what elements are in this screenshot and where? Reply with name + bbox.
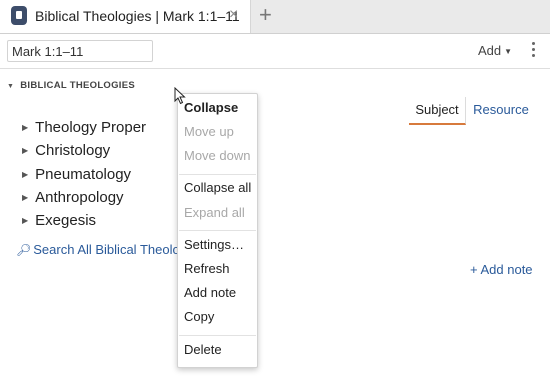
topic-label: Theology Proper <box>35 119 147 136</box>
topic-label: Anthropology <box>35 188 124 206</box>
section-header[interactable]: ▼ BIBLICAL THEOLOGIES <box>7 80 135 91</box>
add-button[interactable]: Add ▼ <box>478 43 512 58</box>
topic-item[interactable]: ▶ Christology <box>22 142 146 165</box>
menu-divider <box>179 174 256 175</box>
menu-delete[interactable]: Delete <box>184 342 222 357</box>
toggle-subject[interactable]: Subject <box>409 97 466 125</box>
triangle-right-icon: ▶ <box>22 123 29 132</box>
search-link-label: Search All Biblical Theolog <box>33 242 187 257</box>
tab-biblical-theologies[interactable]: Biblical Theologies | Mark 1:1–11 × <box>0 0 251 33</box>
tab-bar: Biblical Theologies | Mark 1:1–11 × + <box>0 0 550 34</box>
topic-label: Christology <box>35 142 111 160</box>
add-button-label: Add <box>478 43 502 58</box>
plus-icon[interactable]: + <box>259 2 272 28</box>
menu-expand-all: Expand all <box>184 205 245 220</box>
triangle-down-icon: ▼ <box>7 83 15 90</box>
menu-move-down: Move down <box>184 148 251 163</box>
topic-list: ▶ Theology Proper ▶ Christology ▶ Pneumatol… <box>22 119 146 235</box>
topic-item[interactable]: ▶ Exegesis <box>22 212 146 235</box>
toggle-resource[interactable]: Resource <box>467 97 535 125</box>
topic-item[interactable]: ▶ Pneumatology <box>22 166 146 189</box>
menu-collapse-all[interactable]: Collapse all <box>184 180 251 195</box>
context-menu: Collapse Move up Move down Collapse all … <box>177 93 258 368</box>
menu-add-note[interactable]: Add note <box>184 285 236 300</box>
more-vertical-icon[interactable] <box>528 39 538 63</box>
topic-label: Exegesis <box>35 212 97 230</box>
triangle-right-icon: ▶ <box>22 146 29 156</box>
triangle-right-icon: ▶ <box>22 216 29 226</box>
search-all-link[interactable]: 🔎︎ Search All Biblical Theolog <box>16 242 187 257</box>
menu-collapse[interactable]: Collapse <box>184 100 238 115</box>
add-note-link[interactable]: + Add note <box>470 262 533 277</box>
triangle-right-icon: ▶ <box>22 169 29 179</box>
topic-item[interactable]: ▶ Theology Proper <box>22 119 146 142</box>
topic-label: Pneumatology <box>35 165 132 183</box>
menu-settings[interactable]: Settings… <box>184 237 244 252</box>
topic-item[interactable]: ▶ Anthropology <box>22 189 146 212</box>
menu-divider <box>179 335 256 336</box>
close-icon[interactable]: × <box>229 6 238 24</box>
menu-divider <box>179 230 256 231</box>
search-icon: 🔎︎ <box>16 243 32 257</box>
toolbar: Add▼ <box>0 34 550 69</box>
section-title: BIBLICAL THEOLOGIES <box>20 80 136 91</box>
menu-move-up: Move up <box>184 124 234 139</box>
triangle-right-icon: ▶ <box>22 192 29 202</box>
caret-down-icon: ▼ <box>504 47 513 56</box>
menu-copy[interactable]: Copy <box>184 309 214 324</box>
tab-title: Biblical Theologies | Mark 1:1–11 <box>35 8 240 24</box>
cursor-icon <box>174 87 186 105</box>
menu-refresh[interactable]: Refresh <box>184 261 230 276</box>
reference-input[interactable] <box>7 40 153 62</box>
resource-icon <box>11 6 27 25</box>
